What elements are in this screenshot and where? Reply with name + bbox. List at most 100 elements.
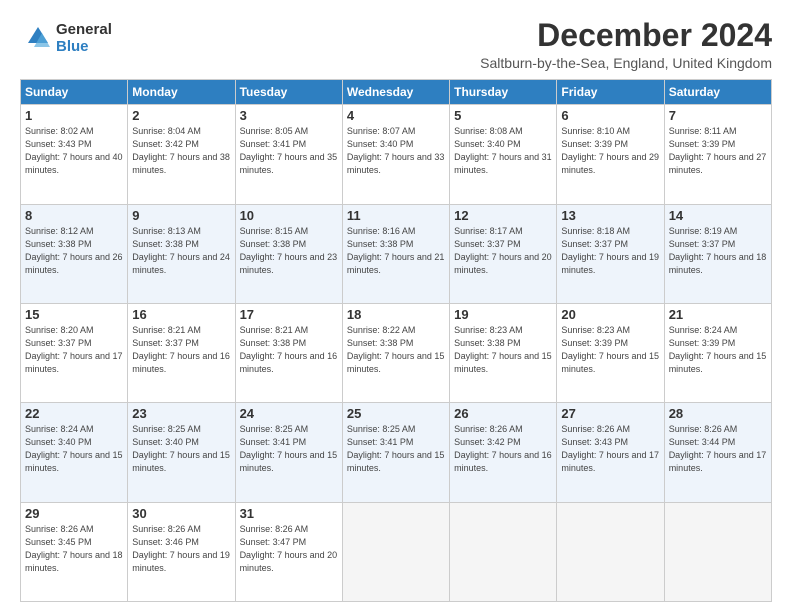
calendar-week-5: 29 Sunrise: 8:26 AMSunset: 3:45 PMDayligh… [21, 502, 772, 601]
calendar-cell: 17Sunrise: 8:21 AMSunset: 3:38 PMDayligh… [235, 303, 342, 402]
day-info: Sunrise: 8:22 AMSunset: 3:38 PMDaylight:… [347, 324, 445, 376]
logo-general: General [56, 22, 112, 39]
col-tuesday: Tuesday [235, 80, 342, 105]
day-number: 26 [454, 406, 552, 421]
location-subtitle: Saltburn-by-the-Sea, England, United Kin… [480, 55, 772, 71]
day-number: 29 [25, 506, 123, 521]
calendar-cell [664, 502, 771, 601]
calendar-cell: 30 Sunrise: 8:26 AMSunset: 3:46 PMDayligh… [128, 502, 235, 601]
day-number: 27 [561, 406, 659, 421]
day-info: Sunrise: 8:26 AMSunset: 3:42 PMDaylight:… [454, 423, 552, 475]
logo-blue: Blue [56, 39, 112, 56]
header: General Blue December 2024 Saltburn-by-t… [20, 18, 772, 71]
day-info: Sunrise: 8:25 AMSunset: 3:40 PMDaylight:… [132, 423, 230, 475]
calendar-cell: 1 Sunrise: 8:02 AMSunset: 3:43 PMDaylight… [21, 105, 128, 204]
day-info: Sunrise: 8:16 AMSunset: 3:38 PMDaylight:… [347, 225, 445, 277]
month-title: December 2024 [480, 18, 772, 53]
calendar-cell: 26 Sunrise: 8:26 AMSunset: 3:42 PMDayligh… [450, 403, 557, 502]
calendar-cell: 11Sunrise: 8:16 AMSunset: 3:38 PMDayligh… [342, 204, 449, 303]
day-number: 30 [132, 506, 230, 521]
calendar-cell: 2 Sunrise: 8:04 AMSunset: 3:42 PMDaylight… [128, 105, 235, 204]
day-number: 7 [669, 108, 767, 123]
day-number: 12 [454, 208, 552, 223]
day-info: Sunrise: 8:07 AMSunset: 3:40 PMDaylight:… [347, 125, 445, 177]
day-info: Sunrise: 8:23 AMSunset: 3:39 PMDaylight:… [561, 324, 659, 376]
day-number: 28 [669, 406, 767, 421]
calendar-cell: 29 Sunrise: 8:26 AMSunset: 3:45 PMDayligh… [21, 502, 128, 601]
day-number: 15 [25, 307, 123, 322]
col-wednesday: Wednesday [342, 80, 449, 105]
calendar-cell: 20 Sunrise: 8:23 AMSunset: 3:39 PMDayligh… [557, 303, 664, 402]
col-sunday: Sunday [21, 80, 128, 105]
day-number: 3 [240, 108, 338, 123]
calendar-cell: 7 Sunrise: 8:11 AMSunset: 3:39 PMDaylight… [664, 105, 771, 204]
day-info: Sunrise: 8:26 AMSunset: 3:46 PMDaylight:… [132, 523, 230, 575]
col-saturday: Saturday [664, 80, 771, 105]
calendar-cell: 31Sunrise: 8:26 AMSunset: 3:47 PMDayligh… [235, 502, 342, 601]
logo-text: General Blue [56, 22, 112, 55]
day-info: Sunrise: 8:25 AMSunset: 3:41 PMDaylight:… [347, 423, 445, 475]
day-info: Sunrise: 8:24 AMSunset: 3:40 PMDaylight:… [25, 423, 123, 475]
day-info: Sunrise: 8:25 AMSunset: 3:41 PMDaylight:… [240, 423, 338, 475]
title-block: December 2024 Saltburn-by-the-Sea, Engla… [480, 18, 772, 71]
day-info: Sunrise: 8:24 AMSunset: 3:39 PMDaylight:… [669, 324, 767, 376]
calendar-cell: 25Sunrise: 8:25 AMSunset: 3:41 PMDayligh… [342, 403, 449, 502]
calendar-cell: 28Sunrise: 8:26 AMSunset: 3:44 PMDayligh… [664, 403, 771, 502]
calendar-week-1: 1 Sunrise: 8:02 AMSunset: 3:43 PMDaylight… [21, 105, 772, 204]
calendar-cell: 9 Sunrise: 8:13 AMSunset: 3:38 PMDaylight… [128, 204, 235, 303]
day-number: 5 [454, 108, 552, 123]
day-info: Sunrise: 8:26 AMSunset: 3:43 PMDaylight:… [561, 423, 659, 475]
day-info: Sunrise: 8:13 AMSunset: 3:38 PMDaylight:… [132, 225, 230, 277]
day-number: 21 [669, 307, 767, 322]
day-info: Sunrise: 8:12 AMSunset: 3:38 PMDaylight:… [25, 225, 123, 277]
day-number: 1 [25, 108, 123, 123]
calendar-week-4: 22 Sunrise: 8:24 AMSunset: 3:40 PMDayligh… [21, 403, 772, 502]
day-info: Sunrise: 8:15 AMSunset: 3:38 PMDaylight:… [240, 225, 338, 277]
calendar-cell [557, 502, 664, 601]
day-info: Sunrise: 8:08 AMSunset: 3:40 PMDaylight:… [454, 125, 552, 177]
day-info: Sunrise: 8:10 AMSunset: 3:39 PMDaylight:… [561, 125, 659, 177]
day-number: 6 [561, 108, 659, 123]
day-info: Sunrise: 8:11 AMSunset: 3:39 PMDaylight:… [669, 125, 767, 177]
calendar-cell: 3Sunrise: 8:05 AMSunset: 3:41 PMDaylight… [235, 105, 342, 204]
day-info: Sunrise: 8:20 AMSunset: 3:37 PMDaylight:… [25, 324, 123, 376]
calendar-cell: 4 Sunrise: 8:07 AMSunset: 3:40 PMDaylight… [342, 105, 449, 204]
day-info: Sunrise: 8:26 AMSunset: 3:45 PMDaylight:… [25, 523, 123, 575]
day-number: 10 [240, 208, 338, 223]
day-number: 8 [25, 208, 123, 223]
day-number: 9 [132, 208, 230, 223]
day-number: 18 [347, 307, 445, 322]
day-number: 20 [561, 307, 659, 322]
day-number: 14 [669, 208, 767, 223]
calendar-week-3: 15 Sunrise: 8:20 AMSunset: 3:37 PMDayligh… [21, 303, 772, 402]
calendar-cell: 19Sunrise: 8:23 AMSunset: 3:38 PMDayligh… [450, 303, 557, 402]
day-number: 4 [347, 108, 445, 123]
calendar-cell: 12Sunrise: 8:17 AMSunset: 3:37 PMDayligh… [450, 204, 557, 303]
calendar-cell: 22 Sunrise: 8:24 AMSunset: 3:40 PMDayligh… [21, 403, 128, 502]
calendar-cell: 23 Sunrise: 8:25 AMSunset: 3:40 PMDayligh… [128, 403, 235, 502]
calendar-cell: 6 Sunrise: 8:10 AMSunset: 3:39 PMDaylight… [557, 105, 664, 204]
calendar: Sunday Monday Tuesday Wednesday Thursday… [20, 79, 772, 602]
day-number: 17 [240, 307, 338, 322]
day-info: Sunrise: 8:04 AMSunset: 3:42 PMDaylight:… [132, 125, 230, 177]
day-number: 16 [132, 307, 230, 322]
col-monday: Monday [128, 80, 235, 105]
logo: General Blue [20, 22, 112, 55]
header-row: Sunday Monday Tuesday Wednesday Thursday… [21, 80, 772, 105]
calendar-cell [342, 502, 449, 601]
logo-icon [20, 23, 52, 55]
calendar-cell: 16Sunrise: 8:21 AMSunset: 3:37 PMDayligh… [128, 303, 235, 402]
calendar-week-2: 8 Sunrise: 8:12 AMSunset: 3:38 PMDaylight… [21, 204, 772, 303]
day-info: Sunrise: 8:02 AMSunset: 3:43 PMDaylight:… [25, 125, 123, 177]
calendar-cell: 14Sunrise: 8:19 AMSunset: 3:37 PMDayligh… [664, 204, 771, 303]
day-number: 13 [561, 208, 659, 223]
calendar-cell [450, 502, 557, 601]
day-info: Sunrise: 8:23 AMSunset: 3:38 PMDaylight:… [454, 324, 552, 376]
calendar-cell: 18 Sunrise: 8:22 AMSunset: 3:38 PMDayligh… [342, 303, 449, 402]
calendar-cell: 13Sunrise: 8:18 AMSunset: 3:37 PMDayligh… [557, 204, 664, 303]
day-number: 22 [25, 406, 123, 421]
calendar-cell: 21 Sunrise: 8:24 AMSunset: 3:39 PMDayligh… [664, 303, 771, 402]
calendar-cell: 10 Sunrise: 8:15 AMSunset: 3:38 PMDayligh… [235, 204, 342, 303]
day-number: 2 [132, 108, 230, 123]
day-number: 23 [132, 406, 230, 421]
